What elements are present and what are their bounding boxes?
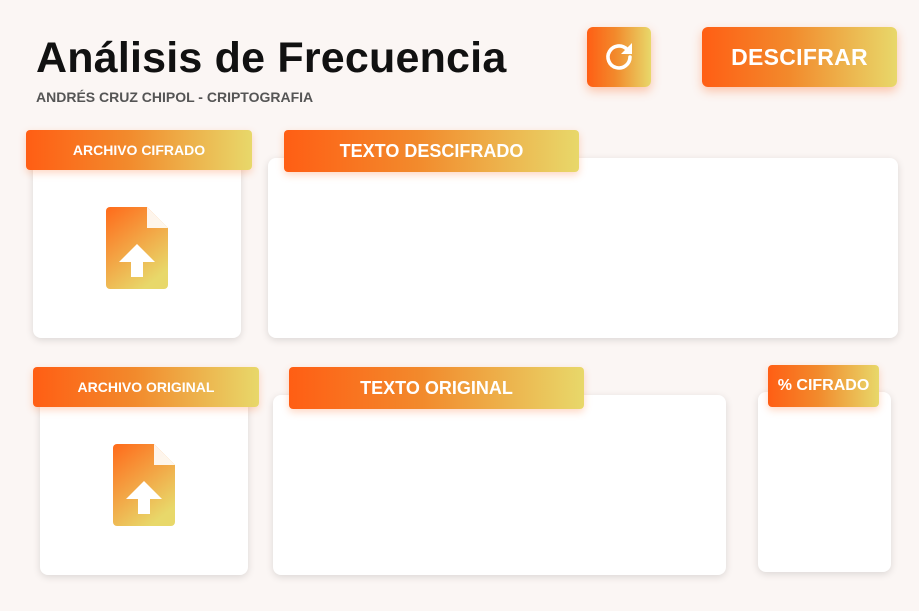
original-text-card	[273, 395, 726, 575]
encrypted-percent-card	[758, 392, 891, 572]
refresh-icon	[606, 43, 632, 70]
decrypted-text-area[interactable]	[268, 158, 898, 338]
decrypted-text-card	[268, 158, 898, 338]
original-file-card	[40, 390, 248, 575]
app-window: Análisis de Frecuencia ANDRÉS CRUZ CHIPO…	[0, 0, 919, 611]
refresh-button[interactable]	[587, 27, 651, 87]
encrypted-file-label: ARCHIVO CIFRADO	[26, 130, 252, 170]
decrypted-text-label: TEXTO DESCIFRADO	[284, 130, 579, 172]
original-file-label: ARCHIVO ORIGINAL	[33, 367, 259, 407]
page-subtitle: ANDRÉS CRUZ CHIPOL - CRIPTOGRAFIA	[36, 89, 314, 105]
encrypted-percent-label: % CIFRADO	[768, 365, 879, 407]
file-upload-icon[interactable]	[106, 207, 168, 289]
encrypted-file-card	[33, 150, 241, 338]
page-title: Análisis de Frecuencia	[36, 34, 507, 82]
original-text-label: TEXTO ORIGINAL	[289, 367, 584, 409]
decrypt-button[interactable]: DESCIFRAR	[702, 27, 897, 87]
file-upload-icon[interactable]	[113, 444, 175, 526]
original-text-area[interactable]	[273, 395, 726, 575]
